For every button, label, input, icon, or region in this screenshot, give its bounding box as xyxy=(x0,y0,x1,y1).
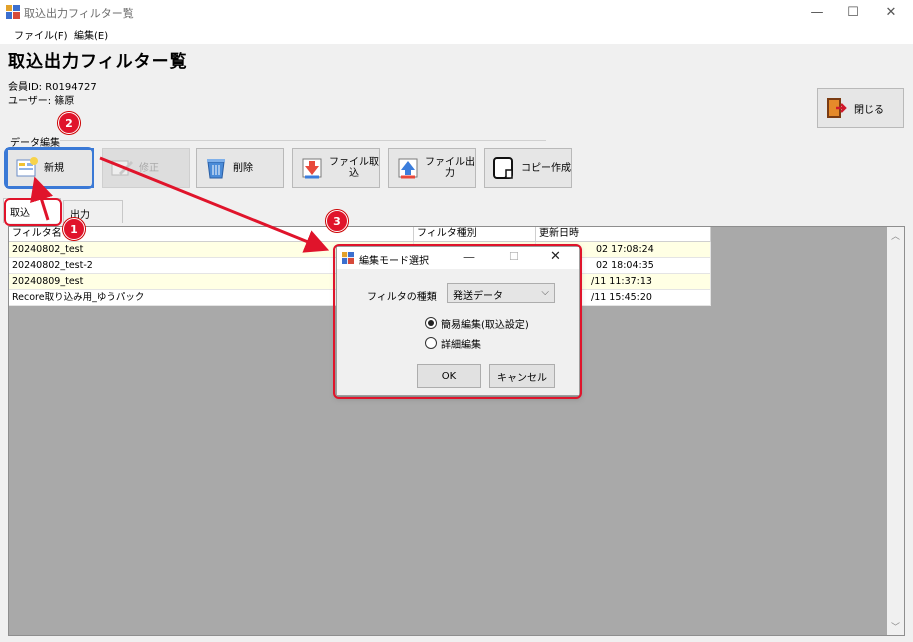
step-badge-2: 2 xyxy=(58,112,80,134)
step-badge-1: 1 xyxy=(63,218,85,240)
arrow-1-to-2 xyxy=(30,176,54,221)
step-badge-3: 3 xyxy=(326,210,348,232)
annotation-arrows xyxy=(30,156,330,253)
arrow-2-to-3 xyxy=(99,156,330,253)
